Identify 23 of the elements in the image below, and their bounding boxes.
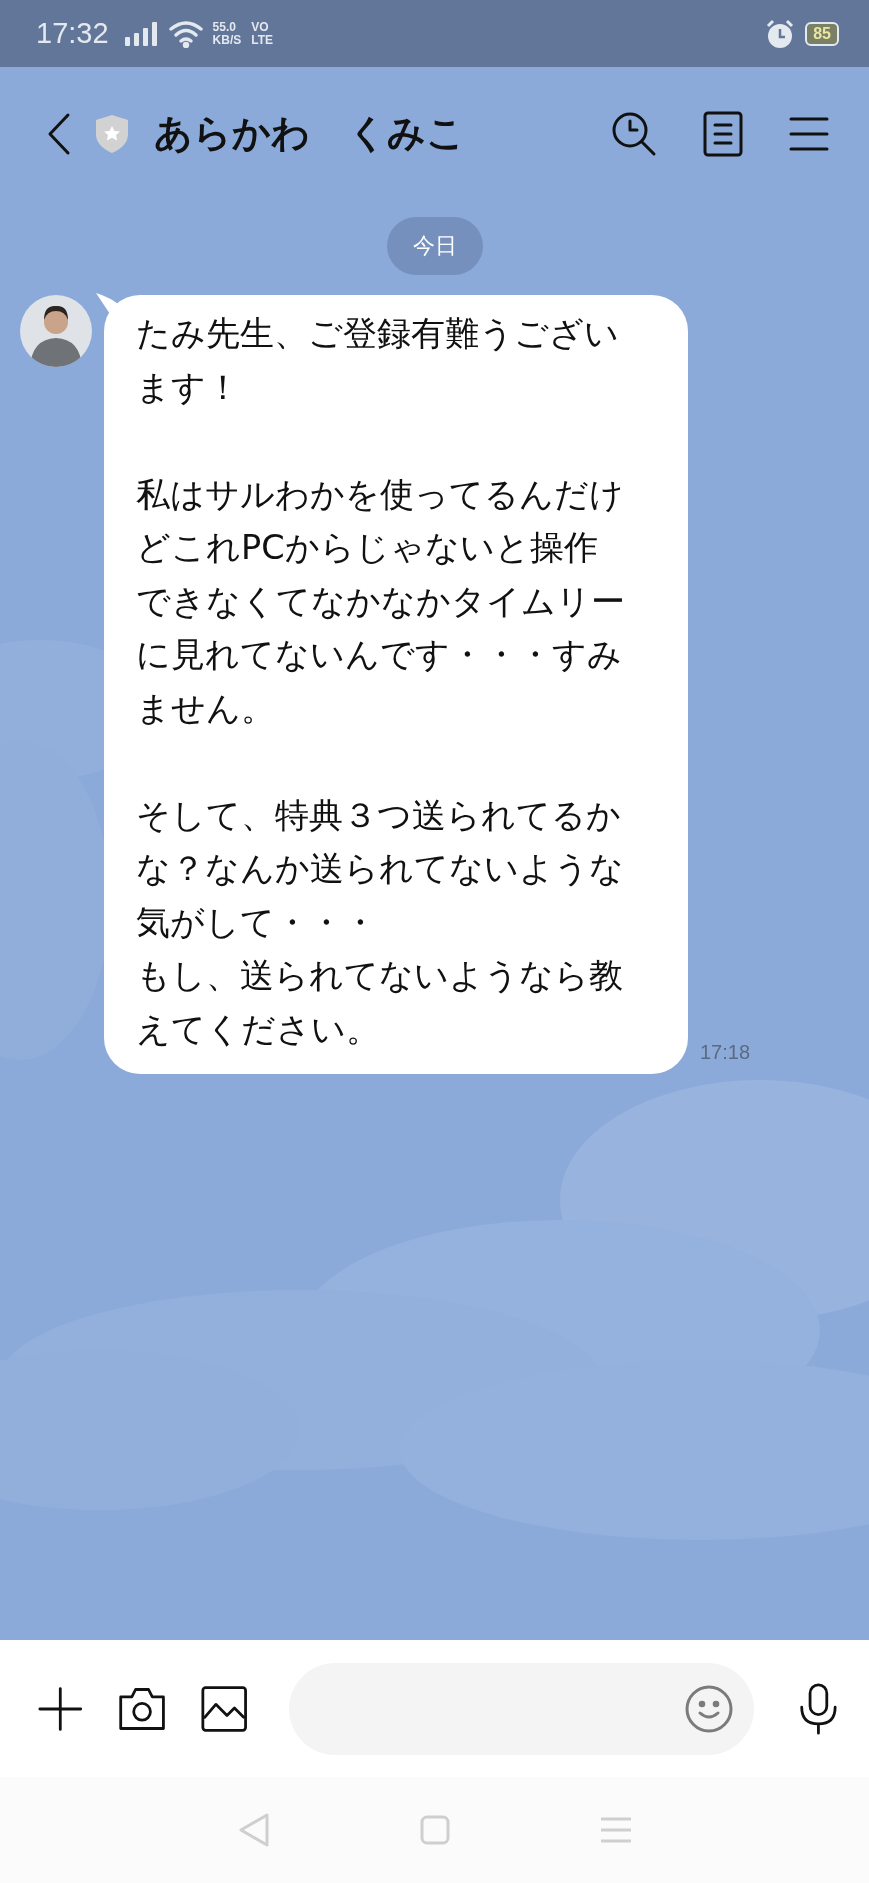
network-speed: 55.0	[212, 20, 237, 34]
signal-icon	[124, 21, 159, 46]
shield-star-icon	[94, 113, 130, 154]
message-text: もし、送られてないようなら教えてください。	[136, 955, 624, 1051]
battery-level: 85	[805, 21, 839, 46]
message-text: 私はサルわかを使ってるんだけどこれPCからじゃないと操作できなくてなかなかタイムリーに見れてないんです・・・すみません。	[136, 473, 626, 730]
notes-icon[interactable]	[703, 110, 743, 157]
volte-label: VO	[251, 20, 270, 34]
network-speed-unit: KB/S	[212, 33, 242, 47]
image-icon[interactable]	[200, 1683, 248, 1734]
wifi-icon	[168, 19, 203, 48]
lte-label: LTE	[251, 33, 274, 47]
message-time: 17:18	[700, 1041, 751, 1064]
emoji-icon[interactable]	[684, 1683, 735, 1734]
message-text: たみ先生、ご登録有難うございます！	[136, 313, 620, 409]
search-history-icon[interactable]	[611, 110, 657, 157]
plus-icon[interactable]	[38, 1684, 83, 1733]
message-text: そして、特典３つ送られてるかな？なんか送られてないような気がして・・・	[136, 794, 625, 944]
menu-icon[interactable]	[789, 115, 829, 152]
alarm-icon	[765, 18, 796, 49]
chat-title: あらかわ くみこ	[154, 110, 465, 157]
microphone-icon[interactable]	[798, 1680, 839, 1737]
status-time: 17:32	[36, 17, 109, 50]
